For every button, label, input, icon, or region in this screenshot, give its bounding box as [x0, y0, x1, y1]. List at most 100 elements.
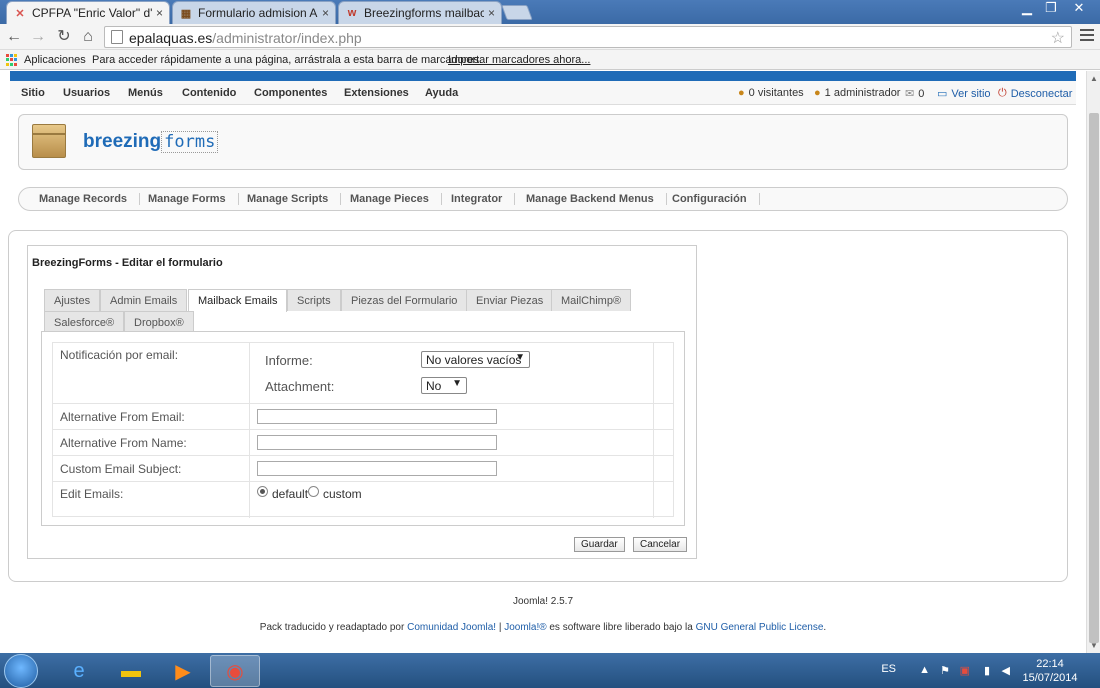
joomla-link[interactable]: Joomla!®	[504, 622, 546, 633]
edit-emails-label: Edit Emails:	[60, 487, 124, 501]
header-strip	[10, 71, 1076, 81]
maximize-icon[interactable]: ❐	[1038, 0, 1064, 18]
form-editor: BreezingForms - Editar el formulario Aju…	[27, 245, 697, 559]
volume-icon[interactable]: ◀	[1002, 664, 1010, 677]
tab-piezas-formulario[interactable]: Piezas del Formulario	[341, 289, 468, 311]
menu-item-sitio[interactable]: Sitio	[21, 87, 45, 99]
user-icon: ●	[814, 87, 821, 99]
browser-navbar: ← → ↻ ⌂ epalaquas.es/administrator/index…	[0, 24, 1100, 50]
subnav-manage-forms[interactable]: Manage Forms	[148, 193, 239, 205]
bookmarks-bar: Aplicaciones Para acceder rápidamente a …	[0, 50, 1100, 70]
tab-mailchimp[interactable]: MailChimp®	[551, 289, 632, 311]
back-icon[interactable]: ←	[4, 27, 24, 47]
package-icon	[32, 124, 66, 158]
radio-default[interactable]	[257, 486, 268, 497]
view-site-link[interactable]: ▭ Ver sitio	[937, 87, 991, 101]
browser-tab-2[interactable]: ▦ Formulario admision AU ×	[172, 1, 336, 24]
informe-label: Informe:	[265, 353, 313, 368]
home-icon[interactable]: ⌂	[78, 27, 98, 47]
network-icon[interactable]: ▮	[984, 664, 990, 677]
tab-mailback-emails[interactable]: Mailback Emails	[188, 289, 288, 312]
form-title: BreezingForms - Editar el formulario	[32, 257, 223, 269]
radio-default-label: default	[272, 487, 309, 501]
menu-item-contenido[interactable]: Contenido	[182, 87, 236, 99]
tab-title: Breezingforms mailback n	[364, 6, 484, 20]
page-icon	[111, 30, 123, 44]
save-button[interactable]: Guardar	[574, 537, 625, 552]
folder-icon[interactable]: ▬	[106, 655, 156, 687]
admins-status: ● 1 administrador	[814, 87, 901, 99]
tab-admin-emails[interactable]: Admin Emails	[100, 289, 188, 311]
flag-icon[interactable]: ⚑	[940, 664, 950, 677]
subnav-manage-records[interactable]: Manage Records	[39, 193, 141, 205]
subnav-manage-scripts[interactable]: Manage Scripts	[247, 193, 342, 205]
radio-custom-label: custom	[323, 487, 362, 501]
menu-item-componentes[interactable]: Componentes	[254, 87, 327, 99]
alt-from-name-input[interactable]	[257, 435, 497, 450]
close-icon[interactable]: ×	[488, 6, 495, 20]
cancel-button[interactable]: Cancelar	[633, 537, 688, 552]
tab-enviar-piezas[interactable]: Enviar Piezas	[466, 289, 554, 311]
monitor-icon: ▭	[937, 88, 948, 100]
import-bookmarks-link[interactable]: Importar marcadores ahora...	[448, 54, 590, 66]
tray-arrow-icon[interactable]: ▲	[919, 664, 930, 676]
language-indicator[interactable]: ES	[881, 663, 896, 675]
star-icon[interactable]: ☆	[1051, 28, 1065, 48]
apps-link[interactable]: Aplicaciones	[24, 54, 86, 66]
menu-item-menus[interactable]: Menús	[128, 87, 163, 99]
joomla-version: Joomla! 2.5.7	[512, 596, 574, 607]
close-icon[interactable]: ×	[156, 6, 163, 20]
browser-tab-3[interactable]: w Breezingforms mailback n ×	[338, 1, 502, 24]
messages-status: ✉ 0	[905, 87, 925, 101]
subnav-configuracion[interactable]: Configuración	[672, 193, 760, 205]
new-tab-button[interactable]	[501, 5, 533, 20]
tab-dropbox[interactable]: Dropbox®	[124, 311, 194, 333]
menu-item-ayuda[interactable]: Ayuda	[425, 87, 458, 99]
address-bar[interactable]: epalaquas.es/administrator/index.php ☆	[104, 26, 1072, 48]
scroll-up-icon[interactable]: ▲	[1090, 74, 1098, 83]
alt-from-email-input[interactable]	[257, 409, 497, 424]
custom-subject-input[interactable]	[257, 461, 497, 476]
tab-salesforce[interactable]: Salesforce®	[44, 311, 125, 333]
reload-icon[interactable]: ↻	[54, 27, 74, 47]
forward-icon[interactable]: →	[28, 27, 48, 47]
media-player-icon[interactable]: ▶	[158, 655, 208, 687]
tab-scripts[interactable]: Scripts	[287, 289, 341, 311]
chevron-down-icon: ▼	[515, 352, 525, 363]
browser-tab-1[interactable]: ✕ CPFPA "Enric Valor" d'Ala ×	[6, 1, 170, 24]
minimize-icon[interactable]: ▁	[1014, 0, 1040, 18]
chrome-icon[interactable]: ◉	[210, 655, 260, 687]
chevron-down-icon: ▼	[452, 378, 462, 389]
informe-select[interactable]: No valores vacíos ▼	[421, 351, 530, 368]
security-icon[interactable]: ▣	[960, 664, 970, 677]
window-close-icon[interactable]: ✕	[1066, 0, 1092, 18]
bookmarks-hint: Para acceder rápidamente a una página, a…	[92, 54, 483, 66]
subnav-manage-backend-menus[interactable]: Manage Backend Menus	[526, 193, 667, 205]
scrollbar-thumb[interactable]	[1089, 113, 1099, 643]
close-icon[interactable]: ×	[322, 6, 329, 20]
url-text: epalaquas.es/administrator/index.php	[129, 30, 362, 46]
comunidad-joomla-link[interactable]: Comunidad Joomla!	[407, 622, 496, 633]
scroll-down-icon[interactable]: ▼	[1090, 641, 1098, 650]
joomla-icon: ✕	[15, 7, 25, 20]
menu-icon[interactable]	[1080, 29, 1094, 43]
menu-item-usuarios[interactable]: Usuarios	[63, 87, 110, 99]
start-button[interactable]	[4, 654, 38, 688]
logout-link[interactable]: ⏻ Desconectar	[998, 87, 1072, 100]
tab-ajustes[interactable]: Ajustes	[44, 289, 101, 311]
menu-item-extensiones[interactable]: Extensiones	[344, 87, 409, 99]
subnav-manage-pieces[interactable]: Manage Pieces	[350, 193, 442, 205]
table-row: Alternative From Name:	[53, 430, 673, 456]
radio-custom[interactable]	[308, 486, 319, 497]
gpl-link[interactable]: GNU General Public License	[696, 622, 824, 633]
clock[interactable]: 22:14 15/07/2014	[1020, 657, 1080, 685]
attachment-select[interactable]: No ▼	[421, 377, 467, 394]
apps-icon[interactable]	[6, 54, 18, 66]
mail-icon: ✉	[905, 88, 915, 100]
subnav-integrator[interactable]: Integrator	[451, 193, 516, 205]
ie-icon[interactable]: e	[54, 655, 104, 687]
table-row: Alternative From Email:	[53, 404, 673, 430]
page-scrollbar[interactable]: ▲ ▼	[1086, 71, 1100, 653]
alt-from-email-label: Alternative From Email:	[60, 410, 185, 424]
custom-subject-label: Custom Email Subject:	[60, 462, 182, 476]
